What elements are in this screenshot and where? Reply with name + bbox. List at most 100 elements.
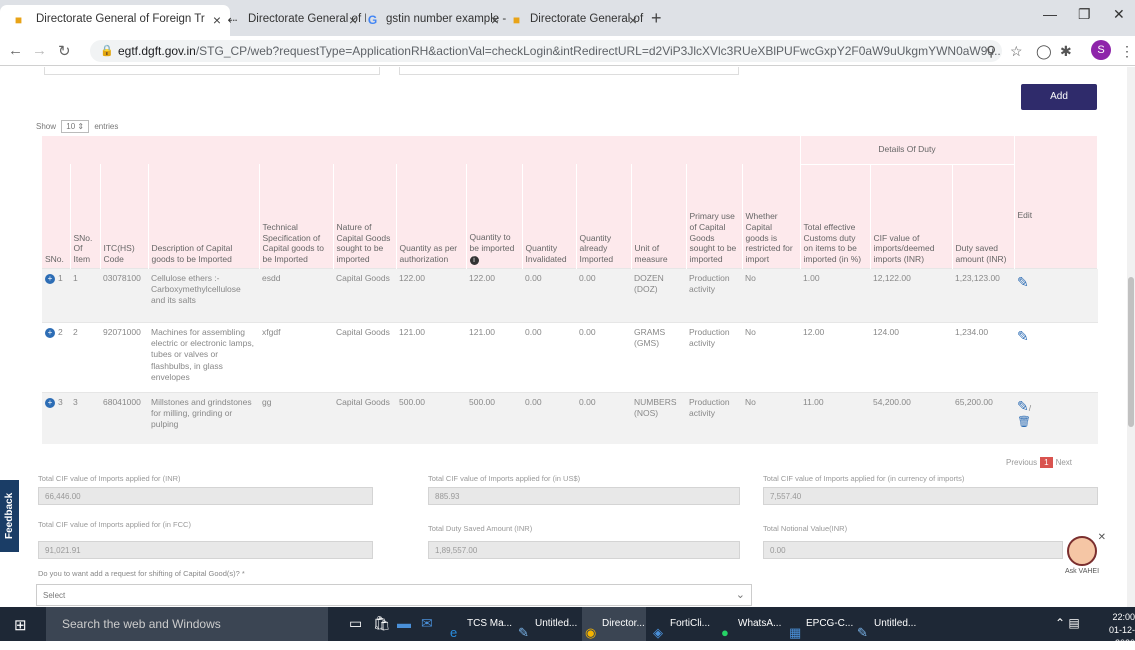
close-tab-icon[interactable]: × <box>491 12 499 28</box>
cell-tech-spec: esdd <box>259 267 333 322</box>
close-tab-icon[interactable]: × <box>629 12 637 28</box>
scrollbar-thumb[interactable] <box>1128 277 1134 427</box>
add-button[interactable]: Add <box>1021 84 1097 110</box>
url-field[interactable]: 🔒 egtf.dgft.gov.in/STG_CP/web?requestTyp… <box>90 40 1002 62</box>
col-header-qty-already: Quantity already Imported <box>576 164 632 268</box>
dgft-favicon-icon: ■ <box>14 13 23 27</box>
browser-tab[interactable]: ■ Directorate General of Foreign Tr × <box>500 5 646 36</box>
input-field[interactable] <box>44 67 380 75</box>
edit-pencil-icon[interactable]: ✎ <box>1017 274 1029 290</box>
bookmark-star-icon[interactable]: ☆ <box>1010 43 1023 60</box>
extension-circle-icon[interactable]: ◯ <box>1036 43 1052 60</box>
cell-restricted: No <box>742 267 800 322</box>
paint-icon: ✎ <box>857 625 868 640</box>
tab-title: gstin number example - Google <box>386 13 508 25</box>
col-header-sno-item: SNo. Of Item <box>70 164 101 268</box>
taskbar-app[interactable]: ▦ EPCG-C... <box>786 607 853 641</box>
menu-dots-icon[interactable]: ⋮ <box>1120 43 1134 60</box>
cell-description: Cellulose ethers :- Carboxymethylcellulo… <box>148 267 259 322</box>
ask-vahei-widget[interactable]: ✕ Ask VAHEI <box>1062 532 1106 596</box>
total-notional-field: 0.00 <box>763 541 1063 559</box>
store-icon[interactable]: 🛍 <box>373 615 391 632</box>
windows-start-icon[interactable]: ⊞ <box>14 616 27 634</box>
lock-icon: 🔒 <box>100 45 114 57</box>
paint-icon: ✎ <box>518 625 529 640</box>
total-cif-usd-label: Total CIF value of Imports applied for (… <box>428 474 581 483</box>
new-tab-icon[interactable]: + <box>651 8 662 29</box>
expand-row-icon[interactable]: + <box>45 327 55 338</box>
cell-nature: Capital Goods <box>333 267 396 322</box>
minimize-icon[interactable]: — <box>1043 6 1057 22</box>
maximize-icon[interactable]: ❐ <box>1078 6 1091 23</box>
system-tray[interactable]: ⌃ ▤ <box>1055 616 1080 630</box>
edit-pencil-icon[interactable]: ✎ <box>1017 398 1029 414</box>
input-field[interactable] <box>399 67 739 75</box>
shift-select-value: Select <box>43 591 66 600</box>
taskbar-app[interactable]: ◈ FortiCli... <box>650 607 714 641</box>
profile-avatar[interactable]: S <box>1091 40 1111 60</box>
total-duty-saved-field: 1,89,557.00 <box>428 541 740 559</box>
whatsapp-icon: ● <box>721 625 729 640</box>
expand-row-icon[interactable]: + <box>45 273 55 284</box>
cell-nature: Capital Goods <box>333 321 396 392</box>
cell-item: 1 <box>70 267 100 322</box>
cell-sno: +2 <box>42 321 70 392</box>
current-page-button[interactable]: 1 <box>1040 457 1053 468</box>
col-header-edit: Edit <box>1014 164 1098 268</box>
cell-tech-spec: gg <box>259 391 333 444</box>
total-cif-inr-field: 66,446.00 <box>38 487 373 505</box>
cell-itc: 68041000 <box>100 391 148 444</box>
cell-restricted: No <box>742 391 800 444</box>
col-header-description: Description of Capital goods to be Impor… <box>148 164 260 268</box>
mail-icon[interactable]: ✉ <box>421 615 433 632</box>
expand-row-icon[interactable]: + <box>45 397 55 408</box>
cell-qty-invalid: 0.00 <box>522 267 576 322</box>
feedback-tab[interactable]: Feedback <box>0 480 19 552</box>
taskbar-app[interactable]: ✎ Untitled... <box>515 607 579 641</box>
entries-length-control: Show 10 ⇕ entries <box>36 120 118 133</box>
taskbar-app[interactable]: ✎ Untitled... <box>854 607 918 641</box>
shift-question-label: Do you to want add a request for shiftin… <box>38 569 245 578</box>
total-cif-fcc-field: 91,021.91 <box>38 541 373 559</box>
task-view-icon[interactable]: ▭ <box>349 615 362 632</box>
cell-cif: 54,200.00 <box>870 391 952 444</box>
delete-trash-icon[interactable]: 🗑 <box>1017 416 1031 428</box>
notifications-icon[interactable]: ▤ <box>1068 616 1079 630</box>
next-page-link[interactable]: Next <box>1056 458 1072 467</box>
taskbar-app[interactable]: ◉ Director... <box>582 607 646 641</box>
explorer-icon[interactable]: ▬ <box>397 615 411 631</box>
taskbar-app-label: WhatsA... <box>738 618 782 629</box>
chevron-down-icon: ⌄ <box>735 589 745 601</box>
reload-icon[interactable]: ↻ <box>58 42 71 60</box>
edit-pencil-icon[interactable]: ✎ <box>1017 328 1029 344</box>
details-of-duty-header: Details Of Duty <box>800 136 1015 165</box>
cell-primary-use: Production activity <box>686 321 742 392</box>
total-cif-currency-label: Total CIF value of Imports applied for (… <box>763 474 965 483</box>
shift-capital-goods-select[interactable]: Select ⌄ <box>36 584 752 606</box>
previous-page-link[interactable]: Previous <box>1006 458 1037 467</box>
browser-tab[interactable]: ⇠ Directorate General of Foreign Tr × <box>218 5 366 36</box>
cell-edit: ✎ <box>1014 267 1098 322</box>
close-window-icon[interactable]: ✕ <box>1113 6 1125 23</box>
tray-chevron-icon[interactable]: ⌃ <box>1055 616 1065 630</box>
close-icon[interactable]: ✕ <box>1098 532 1106 543</box>
page-scrollbar[interactable] <box>1127 67 1135 607</box>
taskbar-clock[interactable]: 22:00 01-12-2020 <box>1096 611 1135 650</box>
back-icon[interactable]: ← <box>8 42 23 59</box>
taskbar-app[interactable]: e TCS Ma... <box>447 607 512 641</box>
browser-tab[interactable]: ■ Directorate General of Foreign Tr × <box>0 5 230 36</box>
col-header-qty-import: Quantity to be imported i <box>466 164 523 268</box>
zoom-icon[interactable]: ⚲ <box>986 43 996 60</box>
cell-sno-value: 1 <box>58 272 63 283</box>
browser-tab[interactable]: G gstin number example - Google × <box>356 5 508 36</box>
cell-description: Machines for assembling electric or elec… <box>148 321 259 392</box>
taskbar-app[interactable]: ● WhatsA... <box>718 607 782 641</box>
col-header-tech-spec: Technical Specification of Capital goods… <box>259 164 334 268</box>
forward-icon[interactable]: → <box>32 42 47 59</box>
cell-sno-value: 2 <box>58 326 63 337</box>
forticlient-icon: ◈ <box>653 625 663 640</box>
extensions-puzzle-icon[interactable]: ✱ <box>1060 43 1072 60</box>
taskbar-search[interactable]: Search the web and Windows <box>46 607 328 641</box>
info-icon[interactable]: i <box>469 255 479 265</box>
entries-select[interactable]: 10 ⇕ <box>61 120 90 133</box>
